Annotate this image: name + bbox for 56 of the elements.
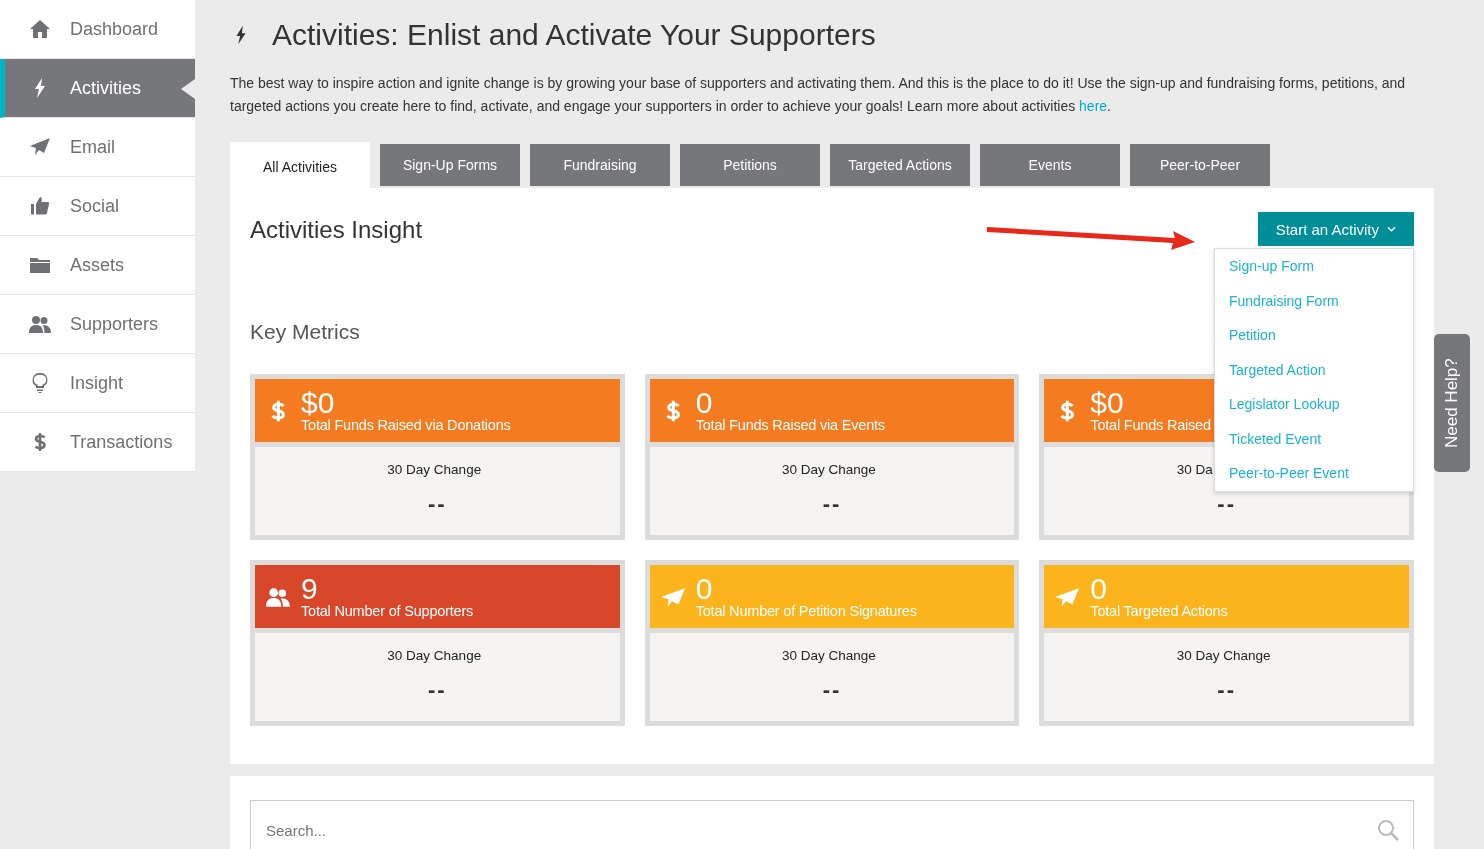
- menu-item[interactable]: Ticketed Event: [1215, 421, 1413, 456]
- tab[interactable]: All Activities: [230, 142, 370, 188]
- help-tab[interactable]: Need Help?: [1434, 334, 1470, 472]
- metric-value: 0: [1090, 574, 1107, 605]
- sidebar-item[interactable]: Supporters: [0, 295, 195, 354]
- metric-label: Total Funds Raised via Events: [695, 418, 885, 433]
- change-label: 30 Day Change: [387, 462, 482, 477]
- change-value: --: [822, 677, 842, 703]
- menu-item[interactable]: Sign-up Form: [1215, 249, 1413, 284]
- search-icon: [1376, 818, 1400, 842]
- sidebar-item[interactable]: Assets: [0, 236, 195, 295]
- home-icon: [28, 17, 52, 41]
- tab[interactable]: Fundraising: [530, 144, 670, 186]
- thumbs-up-icon: [28, 194, 52, 218]
- menu-item[interactable]: Petition: [1215, 318, 1413, 353]
- caret-icon: [1387, 226, 1396, 232]
- metric-value: $0: [301, 388, 335, 419]
- menu-item[interactable]: Fundraising Form: [1215, 283, 1413, 318]
- menu-item[interactable]: Legislator Lookup: [1215, 387, 1413, 422]
- page-title: Activities: Enlist and Activate Your Supporters: [272, 18, 876, 52]
- sidebar-item[interactable]: Email: [0, 118, 195, 177]
- page-description: The best way to inspire action and ignite change is by growing your base of supporters and activating them. And this is the place to do it! Use the sign-up and fundraising forms, petitions, and targeted actions you create here to find, activate, and engage your supporters in order to achieve your goals! Learn more about activities here.: [230, 74, 1407, 116]
- metric-label: Total Number of Supporters: [301, 604, 474, 619]
- change-label: 30 Day Change: [782, 462, 876, 477]
- tab[interactable]: Sign-Up Forms: [380, 144, 520, 186]
- change-label: 30 Day Change: [1176, 648, 1271, 663]
- change-label: 30 Day Change: [782, 648, 876, 663]
- section-subtitle: Key Metrics: [250, 320, 360, 344]
- change-label: 30 Da: [1176, 462, 1213, 477]
- tab[interactable]: Events: [980, 144, 1120, 186]
- tab[interactable]: Peer-to-Peer: [1130, 144, 1270, 186]
- change-label: 30 Day Change: [387, 648, 482, 663]
- menu-item[interactable]: Targeted Action: [1215, 352, 1413, 387]
- change-value: --: [822, 491, 842, 517]
- change-value: --: [428, 677, 447, 703]
- sidebar-item[interactable]: Insight: [0, 354, 195, 413]
- metric-label: Total Funds Raised via Donations: [301, 418, 511, 433]
- tab[interactable]: Targeted Actions: [830, 144, 970, 186]
- search-field[interactable]: Search...: [250, 800, 1414, 849]
- sidebar-item[interactable]: Transactions: [0, 413, 195, 472]
- section-title: Activities Insight: [250, 216, 423, 244]
- start-activity-button[interactable]: Start an Activity: [1257, 212, 1414, 246]
- sidebar-item[interactable]: Activities: [0, 59, 195, 118]
- change-value: --: [1217, 491, 1236, 517]
- metric-label: Total Number of Petition Signatures: [695, 604, 917, 619]
- metric-value: 0: [695, 574, 713, 605]
- metric-label: Total Funds Raised: [1090, 418, 1211, 433]
- menu-item[interactable]: Peer-to-Peer Event: [1215, 456, 1413, 491]
- tab[interactable]: Petitions: [680, 144, 820, 186]
- metric-value: $0: [1090, 388, 1125, 419]
- change-value: --: [428, 491, 447, 517]
- metric-value: 0: [695, 388, 713, 419]
- metric-value: 9: [301, 574, 318, 605]
- change-value: --: [1217, 677, 1236, 703]
- sidebar-item[interactable]: Social: [0, 177, 195, 236]
- metric-label: Total Targeted Actions: [1090, 604, 1228, 619]
